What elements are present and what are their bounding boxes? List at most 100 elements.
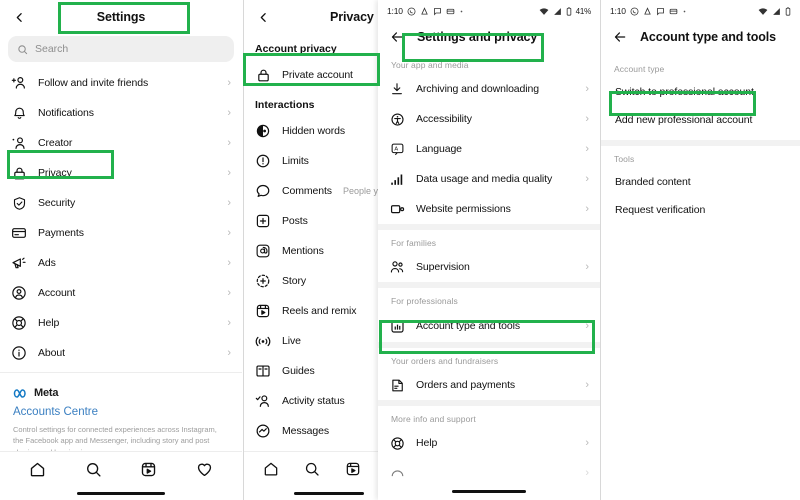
arrow-left-icon[interactable] <box>386 26 408 48</box>
lock-icon <box>11 165 27 181</box>
item-label: Orders and payments <box>416 379 516 391</box>
row-website-permissions[interactable]: Website permissions › <box>378 194 600 224</box>
megaphone-icon <box>11 255 27 271</box>
row-archiving-and-downloading[interactable]: Archiving and downloading › <box>378 74 600 104</box>
row-account-type-and-tools[interactable]: Account type and tools › <box>378 310 600 342</box>
whatsapp-icon <box>630 7 639 16</box>
meta-infinity-icon <box>13 388 30 399</box>
reels-icon[interactable] <box>345 461 361 477</box>
chevron-right-icon: › <box>585 202 589 215</box>
row-switch-to-professional-account[interactable]: Switch to professional account <box>601 78 800 106</box>
reels-icon[interactable] <box>140 461 157 478</box>
group-header: For families <box>391 238 437 248</box>
row-comments[interactable]: Comments People y <box>244 176 380 206</box>
group-header: Your orders and fundraisers <box>391 356 499 366</box>
arrow-left-icon[interactable] <box>609 26 631 48</box>
sidebar-item-notifications[interactable]: Notifications › <box>0 98 242 128</box>
privacy-appbar: Privacy <box>244 0 380 34</box>
accounts-centre-link[interactable]: Accounts Centre <box>13 406 229 418</box>
row-branded-content[interactable]: Branded content <box>601 168 800 196</box>
row-request-verification[interactable]: Request verification <box>601 196 800 224</box>
sidebar-item-help[interactable]: Help › <box>0 308 242 338</box>
row-orders-and-payments[interactable]: Orders and payments › <box>378 370 600 400</box>
sidebar-item-ads[interactable]: Ads › <box>0 248 242 278</box>
row-hidden-words[interactable]: Hidden words <box>244 116 380 146</box>
at-sign-icon <box>255 243 271 259</box>
chevron-left-icon[interactable] <box>8 6 30 28</box>
home-icon[interactable] <box>29 461 46 478</box>
android-icon <box>643 6 652 16</box>
chevron-right-icon: › <box>585 142 589 155</box>
gesture-bar <box>378 484 600 498</box>
guides-book-icon <box>255 363 271 379</box>
search-input[interactable]: Search <box>8 36 234 62</box>
meta-brand-label: Meta <box>34 387 59 399</box>
row-data-usage-and-media-quality[interactable]: Data usage and media quality › <box>378 164 600 194</box>
chevron-right-icon: › <box>227 166 231 179</box>
item-label: Add new professional account <box>615 114 753 126</box>
item-label: Help <box>416 437 438 449</box>
chevron-right-icon: › <box>227 106 231 119</box>
chevron-right-icon: › <box>227 196 231 209</box>
item-label: Comments <box>282 185 332 197</box>
chevron-right-icon: › <box>585 260 589 273</box>
page-title: Settings <box>96 10 146 24</box>
row-add-new-professional-account[interactable]: Add new professional account <box>601 106 800 134</box>
story-plus-icon <box>255 273 271 289</box>
item-label: Account type and tools <box>416 320 521 332</box>
account-type-appbar: Account type and tools <box>601 22 800 52</box>
messenger-icon <box>255 423 271 439</box>
item-label: Activity status <box>282 395 345 407</box>
row-language[interactable]: A Language › <box>378 134 600 164</box>
search-icon[interactable] <box>304 461 320 477</box>
row-story[interactable]: Story <box>244 266 380 296</box>
sidebar-item-security[interactable]: Security › <box>0 188 242 218</box>
chevron-right-icon: › <box>585 172 589 185</box>
accessibility-icon <box>389 111 405 127</box>
row-messages[interactable]: Messages <box>244 416 380 446</box>
chevron-right-icon: › <box>227 286 231 299</box>
home-icon[interactable] <box>263 461 279 477</box>
reels-icon <box>255 303 271 319</box>
sidebar-item-payments[interactable]: Payments › <box>0 218 242 248</box>
row-accessibility[interactable]: Accessibility › <box>378 104 600 134</box>
item-label: Request verification <box>615 204 706 216</box>
signal-icon <box>772 7 781 16</box>
page-title: Privacy <box>330 10 374 24</box>
row-reels-and-remix[interactable]: Reels and remix <box>244 296 380 326</box>
bars-chart-icon <box>389 171 405 187</box>
meta-logo: Meta <box>13 387 229 399</box>
sidebar-item-account[interactable]: Account › <box>0 278 242 308</box>
chevron-left-icon[interactable] <box>252 6 274 28</box>
item-label: Messages <box>282 425 330 437</box>
dot-icon <box>682 9 687 14</box>
row-supervision[interactable]: Supervision › <box>378 252 600 282</box>
item-label: Payments <box>38 227 84 239</box>
row-help[interactable]: Help › <box>378 428 600 458</box>
whatsapp-icon <box>407 7 416 16</box>
row-activity-status[interactable]: Activity status <box>244 386 380 416</box>
sidebar-item-creator[interactable]: Creator › <box>0 128 242 158</box>
group-header: Account type <box>614 64 665 74</box>
sidebar-item-about[interactable]: About › <box>0 338 242 368</box>
row-mentions[interactable]: Mentions <box>244 236 380 266</box>
panel-settings: Settings Search Follow and invite friend… <box>0 0 242 500</box>
chevron-right-icon: › <box>585 436 589 449</box>
browser-icon <box>389 201 405 217</box>
row-limits[interactable]: Limits <box>244 146 380 176</box>
item-label: Accessibility <box>416 113 472 125</box>
group-header: Your app and media <box>391 60 469 70</box>
item-label: Privacy <box>38 167 72 179</box>
heart-icon[interactable] <box>196 461 213 478</box>
row-posts[interactable]: Posts <box>244 206 380 236</box>
battery-icon <box>566 6 572 16</box>
search-icon[interactable] <box>85 461 102 478</box>
item-label: Mentions <box>282 245 324 257</box>
sidebar-item-follow-and-invite-friends[interactable]: Follow and invite friends › <box>0 68 242 98</box>
sidebar-item-privacy[interactable]: Privacy › <box>0 158 242 188</box>
row-private-account[interactable]: Private account <box>244 60 380 90</box>
item-label: Creator <box>38 137 73 149</box>
gesture-bar <box>244 486 380 500</box>
row-live[interactable]: Live <box>244 326 380 356</box>
row-guides[interactable]: Guides <box>244 356 380 386</box>
